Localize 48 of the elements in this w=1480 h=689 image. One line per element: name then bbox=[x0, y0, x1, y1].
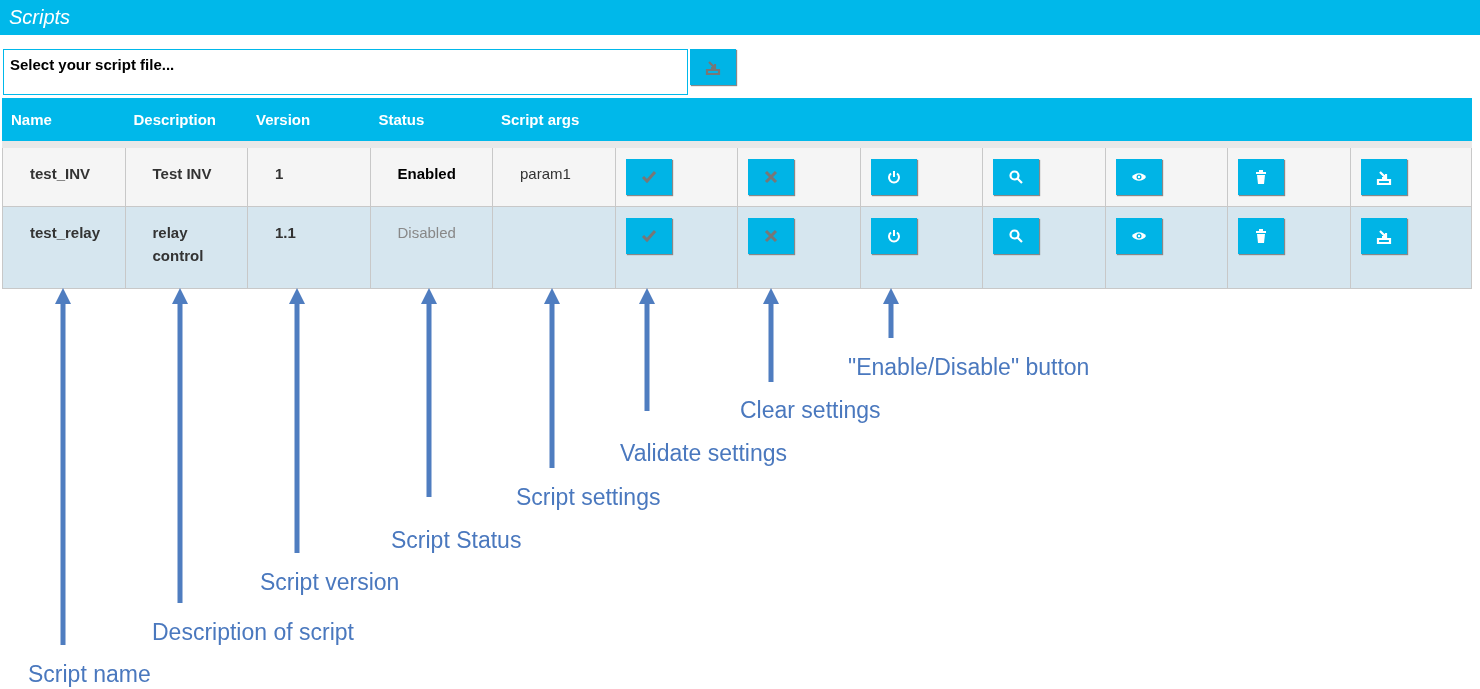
power-icon bbox=[885, 228, 902, 244]
arrow bbox=[882, 288, 900, 338]
cross-icon bbox=[763, 169, 779, 185]
table-cell: param1 bbox=[520, 165, 571, 182]
table-cell: 1 bbox=[275, 165, 284, 182]
annotation-label: Clear settings bbox=[740, 396, 881, 424]
power-icon bbox=[885, 169, 902, 185]
column-header: Status bbox=[377, 111, 426, 128]
search-button[interactable] bbox=[993, 159, 1039, 195]
table-cell: Disabled bbox=[397, 224, 456, 241]
annotation-label: Script name bbox=[28, 660, 151, 688]
column-header: Name bbox=[10, 111, 53, 128]
check-icon bbox=[640, 169, 657, 185]
enable-toggle-button[interactable] bbox=[870, 218, 917, 254]
annotation-label: Script Status bbox=[391, 526, 522, 554]
enable-toggle-button[interactable] bbox=[870, 159, 917, 195]
file-field[interactable]: Select your script file... bbox=[3, 49, 688, 95]
delete-button[interactable] bbox=[1238, 159, 1284, 195]
export-icon bbox=[1375, 228, 1392, 244]
annotation-label: Validate settings bbox=[620, 439, 788, 467]
column-header: Description bbox=[132, 111, 217, 128]
annotation-label: Script settings bbox=[516, 483, 661, 511]
page-title: Scripts bbox=[9, 6, 71, 29]
annotation-label: "Enable/Disable" button bbox=[848, 353, 1090, 381]
trash-icon bbox=[1253, 169, 1269, 185]
table-cell: relay control bbox=[152, 224, 204, 264]
search-icon bbox=[1008, 169, 1024, 185]
table-cell: test_relay bbox=[30, 224, 101, 241]
export-icon bbox=[705, 59, 721, 75]
table-cell: Enabled bbox=[397, 165, 456, 182]
view-button[interactable] bbox=[1115, 218, 1162, 254]
export-button[interactable] bbox=[1360, 159, 1407, 195]
delete-button[interactable] bbox=[1238, 218, 1284, 254]
view-button[interactable] bbox=[1115, 159, 1162, 195]
column-header: Version bbox=[255, 111, 312, 128]
export-button[interactable] bbox=[1360, 218, 1407, 254]
annotation-label: Description of script bbox=[152, 618, 354, 646]
search-icon bbox=[1008, 228, 1024, 244]
export-icon bbox=[1375, 169, 1392, 185]
table-cell: 1.1 bbox=[275, 224, 296, 241]
trash-icon bbox=[1253, 228, 1269, 244]
table-cell: Test INV bbox=[152, 165, 212, 182]
check-icon bbox=[640, 228, 657, 244]
cross-icon bbox=[763, 228, 779, 244]
annotation-label: Script version bbox=[260, 568, 400, 596]
column-header: Script args bbox=[500, 111, 581, 128]
table-cell: test_INV bbox=[30, 165, 91, 182]
search-button[interactable] bbox=[993, 218, 1039, 254]
